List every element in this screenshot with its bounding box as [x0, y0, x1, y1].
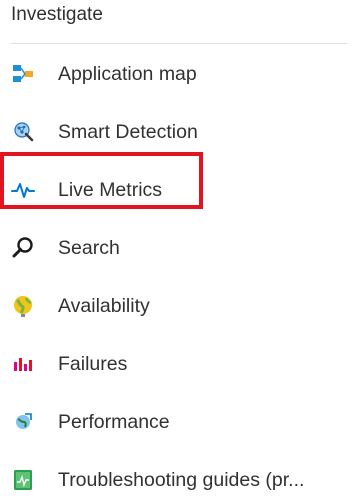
nav-item-label: Failures — [58, 352, 128, 375]
nav-item-application-map[interactable]: Application map — [0, 54, 355, 94]
search-icon — [11, 236, 35, 260]
nav-item-label: Availability — [58, 294, 150, 317]
section-divider — [11, 43, 347, 44]
nav-item-label: Troubleshooting guides (pr... — [58, 468, 305, 491]
nav-item-failures[interactable]: Failures — [0, 344, 355, 384]
availability-globe-icon — [11, 294, 35, 318]
nav-item-label: Application map — [58, 62, 197, 85]
section-title-investigate: Investigate — [11, 4, 103, 25]
smart-detection-icon — [11, 120, 35, 144]
live-metrics-highlight-box — [0, 152, 203, 209]
nav-item-label: Search — [58, 236, 120, 259]
failures-bar-chart-icon — [11, 352, 35, 376]
troubleshooting-guides-icon — [11, 468, 35, 492]
nav-item-search[interactable]: Search — [0, 228, 355, 268]
nav-item-availability[interactable]: Availability — [0, 286, 355, 326]
performance-icon — [11, 410, 35, 434]
nav-item-performance[interactable]: Performance — [0, 402, 355, 442]
nav-item-troubleshooting-guides[interactable]: Troubleshooting guides (pr... — [0, 460, 355, 500]
application-map-icon — [11, 62, 35, 86]
nav-item-label: Smart Detection — [58, 120, 198, 143]
nav-item-label: Performance — [58, 410, 170, 433]
nav-item-smart-detection[interactable]: Smart Detection — [0, 112, 355, 152]
